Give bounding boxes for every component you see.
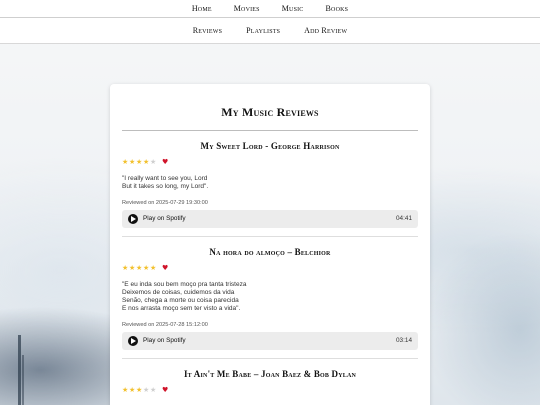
subnav-playlists[interactable]: Playlists [246, 26, 280, 35]
reviews-card: My Music Reviews My Sweet Lord - George … [110, 84, 430, 405]
star-icon: ★ [129, 158, 136, 166]
quote-line: Senão, chega a morte ou coisa parecida [122, 297, 239, 305]
star-icon: ★ [129, 263, 136, 272]
nav-movies[interactable]: Movies [234, 4, 260, 13]
play-icon[interactable] [128, 213, 138, 224]
player-label[interactable]: Play on Spotify [143, 337, 396, 344]
star-rating: ★ ★ ★ ★ ★ [122, 264, 157, 272]
review-title: Na hora do almoço – Belchior [209, 246, 331, 257]
star-rating: ★ ★ ★ ★ ★ [122, 158, 157, 166]
background-pole [18, 335, 21, 405]
spotify-player[interactable]: Play on Spotify 03:14 [122, 331, 418, 350]
nav-music[interactable]: Music [282, 4, 304, 13]
quote-line: "I really want to see you, Lord [122, 175, 208, 182]
star-icon: ★ [143, 385, 150, 394]
star-icon: ★ [143, 158, 150, 166]
player-label[interactable]: Play on Spotify [143, 215, 396, 222]
top-navigation: Home Movies Music Books [0, 0, 540, 18]
subnav-reviews[interactable]: Reviews [193, 26, 222, 35]
quote-line: "E eu inda sou bem moço pra tanta triste… [122, 280, 247, 288]
heart-icon[interactable]: ♥ [162, 158, 168, 166]
star-rating: ★ ★ ★ ★ ★ [122, 386, 157, 394]
star-icon: ★ [150, 263, 157, 272]
spotify-player[interactable]: Play on Spotify 04:41 [122, 209, 418, 228]
heart-icon[interactable]: ♥ [162, 264, 168, 272]
quote-line: Deixemos de coisas, cuidemos da vida [122, 288, 235, 296]
rating-row: ★ ★ ★ ★ ★ ♥ [122, 385, 418, 395]
star-icon: ★ [143, 263, 150, 272]
background-pole [22, 355, 24, 405]
star-icon: ★ [136, 385, 143, 394]
review-title: My Sweet Lord - George Harrison [200, 141, 340, 151]
rating-row: ★ ★ ★ ★ ★ ♥ [122, 157, 418, 167]
review-quote: "E eu inda sou bem moço pra tanta triste… [122, 281, 418, 314]
star-icon: ★ [122, 263, 129, 272]
star-icon: ★ [150, 385, 157, 394]
quote-line: E nos arrasta moço sem ter visto a vida"… [122, 305, 241, 313]
review-item: It Ain't Me Babe – Joan Baez & Bob Dylan… [122, 359, 418, 395]
play-icon[interactable] [128, 335, 138, 346]
nav-home[interactable]: Home [192, 4, 212, 13]
reviewed-timestamp: Reviewed on 2025-07-28 15:12:00 [122, 321, 208, 328]
star-icon: ★ [129, 385, 136, 394]
star-icon: ★ [122, 158, 129, 166]
nav-books[interactable]: Books [326, 4, 349, 13]
star-icon: ★ [150, 158, 157, 166]
star-icon: ★ [136, 158, 143, 166]
music-subnavigation: Reviews Playlists Add Review [0, 18, 540, 44]
review-quote: "I really want to see you, Lord But it t… [122, 175, 418, 192]
quote-line: But it takes so long, my Lord". [122, 183, 209, 191]
heart-icon[interactable]: ♥ [162, 386, 168, 394]
review-item: My Sweet Lord - George Harrison ★ ★ ★ ★ ★ ♥ … [122, 131, 418, 237]
track-duration: 04:41 [396, 215, 412, 223]
track-duration: 03:14 [396, 337, 412, 345]
subnav-add-review[interactable]: Add Review [304, 26, 347, 35]
review-title: It Ain't Me Babe – Joan Baez & Bob Dylan [183, 368, 357, 379]
star-icon: ★ [136, 263, 143, 272]
rating-row: ★ ★ ★ ★ ★ ♥ [122, 263, 418, 273]
star-icon: ★ [122, 385, 129, 394]
reviewed-timestamp: Reviewed on 2025-07-29 19:30:00 [122, 199, 208, 206]
review-item: Na hora do almoço – Belchior ★ ★ ★ ★ ★ ♥ "E … [122, 237, 418, 359]
page-title: My Music Reviews [221, 105, 319, 119]
